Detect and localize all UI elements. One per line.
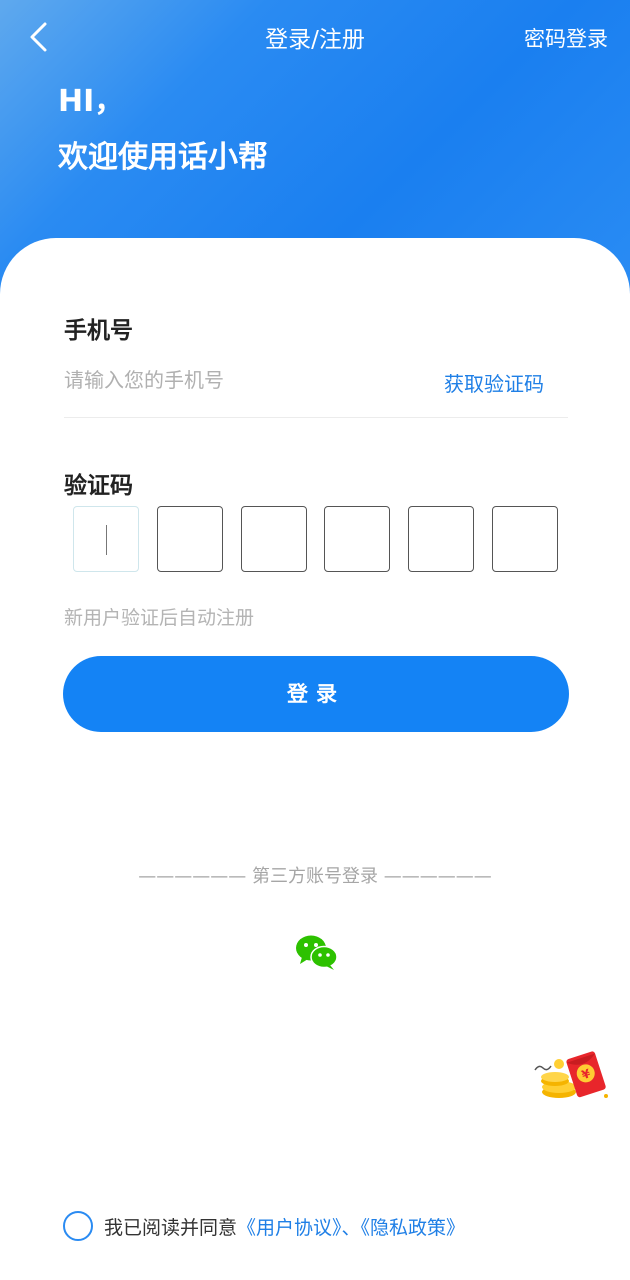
- code-digit-box[interactable]: [157, 506, 223, 572]
- code-digit-box[interactable]: [492, 506, 558, 572]
- agreement-checkbox[interactable]: [63, 1211, 93, 1241]
- third-party-login-title: —————— 第三方账号登录 ——————: [138, 866, 492, 887]
- phone-label: 手机号: [64, 318, 133, 344]
- text-cursor: [106, 525, 107, 555]
- red-packet-float-button[interactable]: ¥: [533, 1050, 613, 1102]
- privacy-policy-link[interactable]: 《隐私政策》: [361, 1217, 466, 1239]
- wechat-icon: [296, 935, 338, 970]
- code-digit-box[interactable]: [241, 506, 307, 572]
- red-packet-icon: ¥: [534, 1051, 608, 1098]
- greeting-hi: HI，: [58, 84, 125, 119]
- code-digit-box[interactable]: [408, 506, 474, 572]
- get-code-button[interactable]: 获取验证码: [444, 368, 544, 397]
- code-digit-box[interactable]: [73, 506, 139, 572]
- code-input-group: [73, 506, 561, 574]
- agreement-separator: 、: [341, 1217, 361, 1239]
- agreement-text: 我已阅读并同意《用户协议》、《隐私政策》: [104, 1213, 465, 1240]
- greeting-welcome: 欢迎使用话小帮: [58, 140, 268, 175]
- login-button[interactable]: 登录: [63, 656, 569, 732]
- phone-divider: [64, 417, 568, 418]
- top-bar: 登录/注册 密码登录: [0, 0, 630, 76]
- code-digit-box[interactable]: [324, 506, 390, 572]
- phone-input[interactable]: [64, 364, 404, 396]
- user-agreement-link[interactable]: 《用户协议》: [237, 1217, 342, 1239]
- code-label: 验证码: [64, 473, 133, 499]
- wechat-login-button[interactable]: [295, 933, 339, 971]
- register-hint: 新用户验证后自动注册: [64, 607, 255, 629]
- password-login-link[interactable]: 密码登录: [524, 23, 608, 53]
- agreement-prefix: 我已阅读并同意: [104, 1217, 238, 1239]
